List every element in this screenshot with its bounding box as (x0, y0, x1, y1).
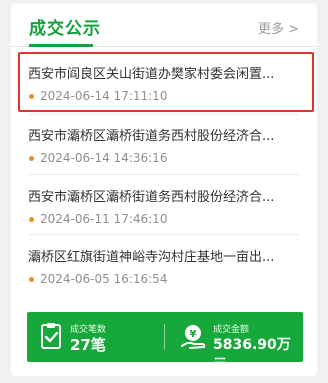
list-item[interactable]: 西安市阎良区关山街道办樊家村委会闲置... 2024-06-14 17:11:1… (18, 52, 314, 112)
stats-divider (164, 324, 165, 350)
item-title[interactable]: 西安市灞桥区灞桥街道务西村股份经济合... (28, 125, 306, 144)
money-hand-icon: ¥ (181, 325, 206, 349)
list-item[interactable]: 西安市灞桥区灞桥街道务西村股份经济合... 2024-06-14 14:36:1… (18, 114, 314, 174)
item-date: 2024-06-11 17:46:10 (40, 212, 168, 226)
card-title: 成交公示 (29, 19, 101, 39)
stats-bar: 成交笔数 27笔 ¥ 成交金额 5836.90万元 (27, 312, 303, 373)
item-date: 2024-06-14 14:36:16 (40, 151, 168, 165)
more-link[interactable]: 更多 > (258, 18, 299, 37)
bullet-dot-icon (29, 156, 34, 161)
bullet-dot-icon (29, 94, 34, 99)
document-check-icon (41, 323, 61, 349)
svg-text:¥: ¥ (190, 329, 197, 340)
bullet-dot-icon (29, 217, 34, 222)
title-underline (29, 44, 93, 47)
list-item[interactable]: 灞桥区红旗街道神峪寺沟村庄基地一亩出... 2024-06-05 16:16:5… (18, 235, 314, 295)
amount-value: 5836.90万元 (213, 337, 291, 373)
item-title[interactable]: 西安市阎良区关山街道办樊家村委会闲置... (28, 63, 306, 82)
bullet-dot-icon (29, 277, 34, 282)
item-date: 2024-06-14 17:11:10 (40, 89, 168, 103)
item-title[interactable]: 灞桥区红旗街道神峪寺沟村庄基地一亩出... (28, 246, 306, 265)
list-item[interactable]: 西安市灞桥区灞桥街道务西村股份经济合... 2024-06-11 17:46:1… (18, 175, 314, 235)
item-date: 2024-06-05 16:16:54 (40, 272, 168, 286)
count-value: 27笔 (70, 336, 106, 354)
deal-announcement-card: 成交公示 更多 > 西安市阎良区关山街道办樊家村委会闲置... 2024-06-… (11, 4, 317, 376)
card-header: 成交公示 更多 > (11, 4, 317, 47)
item-title[interactable]: 西安市灞桥区灞桥街道务西村股份经济合... (28, 186, 306, 205)
